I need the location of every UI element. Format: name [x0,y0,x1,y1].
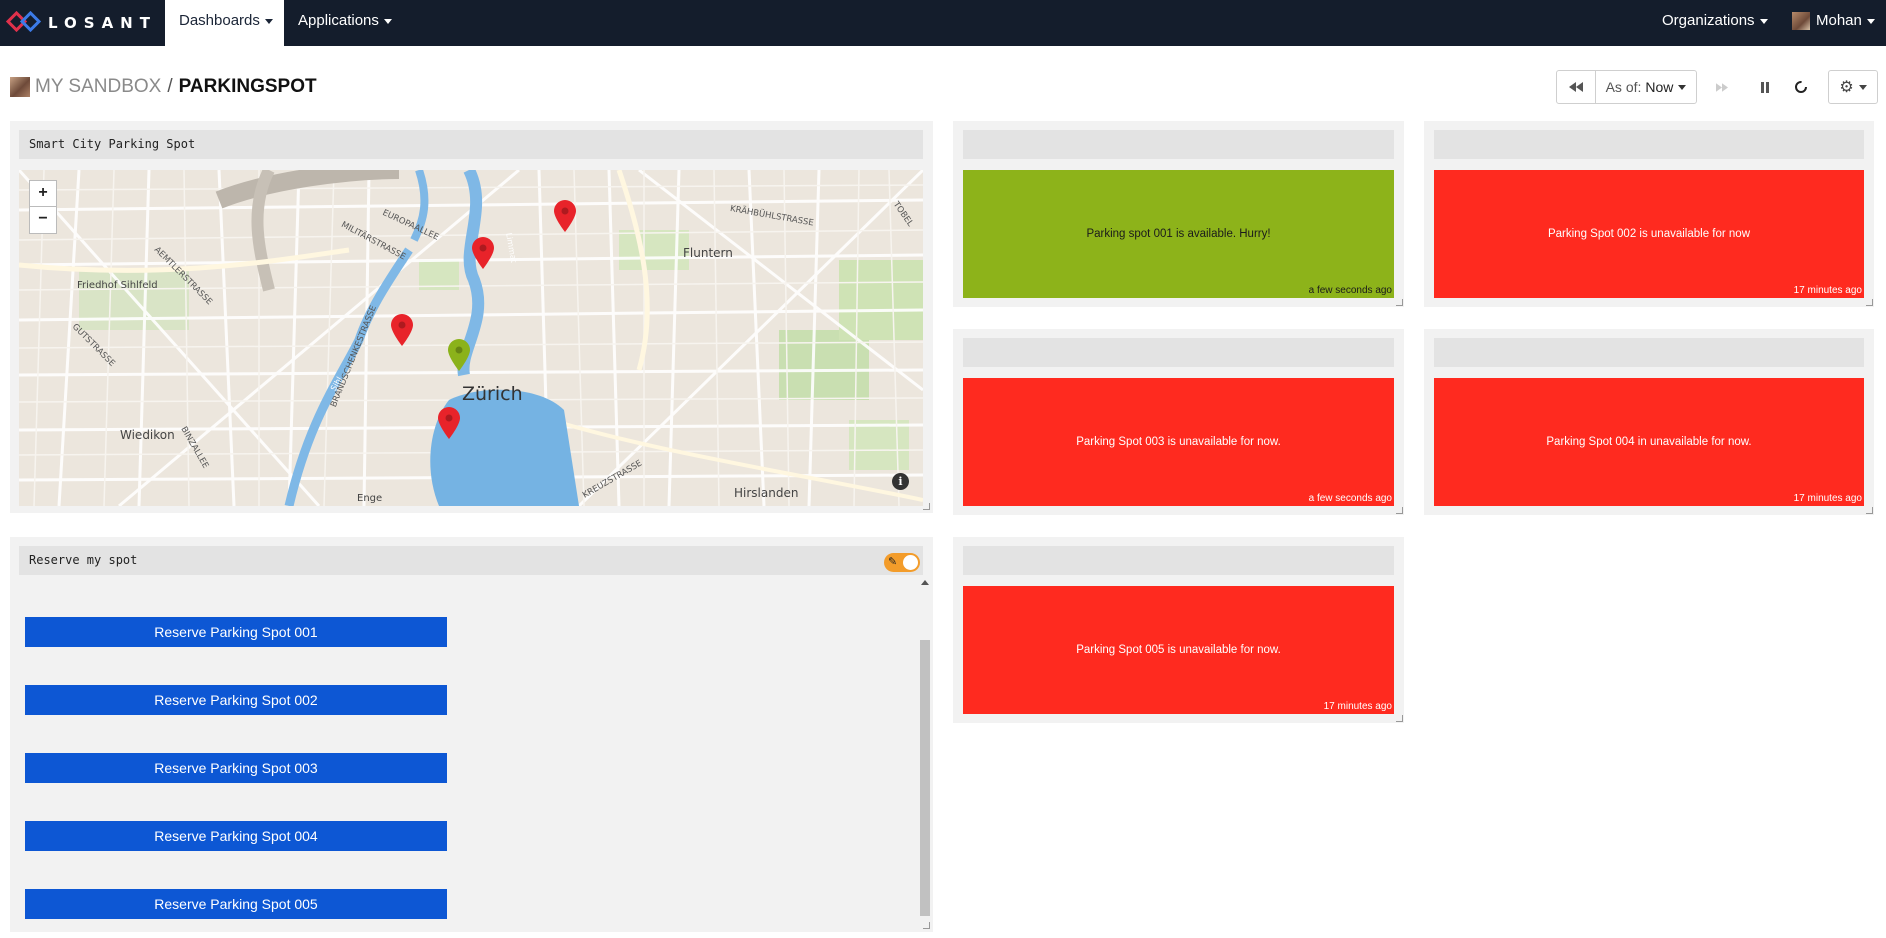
status-block-header [963,546,1394,575]
zoom-in-button[interactable]: + [29,180,57,208]
reserve-spot-004-button[interactable]: Reserve Parking Spot 004 [25,821,447,851]
resize-handle-icon[interactable] [1396,715,1403,722]
caret-down-icon [1866,18,1875,24]
rewind-button[interactable] [1556,70,1596,104]
status-block-header [1434,130,1864,159]
nav-applications-label: Applications [298,12,379,29]
scrollbar-thumb[interactable] [920,640,930,916]
map-label-hirslanden: Hirslanden [734,486,799,500]
map-label-wiedikon: Wiedikon [120,428,175,442]
scroll-up-arrow-icon[interactable] [921,580,929,585]
map-canvas[interactable]: Zürich Fluntern Wiedikon Hirslanden Frie… [19,170,923,506]
nav-dashboards-label: Dashboards [179,12,260,29]
nav-applications-menu[interactable]: Applications [298,0,408,46]
nav-dashboards-menu[interactable]: Dashboards [165,0,284,46]
status-block-spot-001: Parking spot 001 is available. Hurry! a … [953,121,1404,307]
status-block-header [1434,338,1864,367]
resize-handle-icon[interactable] [1396,507,1403,514]
loading-spinner-icon [1795,81,1807,93]
as-of-time-dropdown[interactable]: As of: Now [1595,70,1697,104]
map-pin-unavailable-icon[interactable] [390,313,414,347]
status-timestamp: a few seconds ago [1308,285,1392,296]
dashboard-settings-dropdown[interactable]: ⚙ [1828,70,1878,104]
status-indicator: Parking Spot 002 is unavailable for now … [1434,170,1864,298]
brand-name: LOSANT [48,14,157,32]
nav-user-menu[interactable]: Mohan [1792,0,1886,46]
status-block-header [963,130,1394,159]
status-message: Parking Spot 005 is unavailable for now. [1076,644,1281,656]
toggle-knob [903,555,918,570]
map-info-icon[interactable]: i [892,473,909,490]
map-pin-unavailable-icon[interactable] [471,236,495,270]
reserve-block [10,537,933,932]
status-block-header [963,338,1394,367]
pause-icon [1761,81,1769,93]
map-label-zurich: Zürich [462,383,523,405]
pause-button[interactable] [1750,70,1780,104]
map-pin-unavailable-icon[interactable] [553,199,577,233]
status-message: Parking Spot 002 is unavailable for now [1547,228,1750,240]
nav-organizations-label: Organizations [1662,12,1755,29]
status-indicator: Parking Spot 005 is unavailable for now.… [963,586,1394,714]
fast-forward-button[interactable] [1705,70,1739,104]
fast-forward-icon [1716,82,1728,92]
logo-mark-icon [5,10,44,36]
map-block-title: Smart City Parking Spot [19,130,923,159]
caret-down-icon [1678,84,1687,90]
status-message: Parking spot 001 is available. Hurry! [1086,228,1271,240]
status-block-spot-004: Parking Spot 004 in unavailable for now.… [1424,329,1874,515]
as-of-value: Now [1645,79,1674,95]
status-block-spot-005: Parking Spot 005 is unavailable for now.… [953,537,1404,723]
resize-handle-icon[interactable] [1866,507,1873,514]
status-indicator: Parking Spot 004 in unavailable for now.… [1434,378,1864,506]
breadcrumb-separator: / [167,76,173,97]
nav-organizations-menu[interactable]: Organizations [1662,0,1772,46]
status-timestamp: 17 minutes ago [1793,285,1862,296]
map-pin-unavailable-icon[interactable] [437,406,461,440]
refresh-button[interactable] [1786,70,1816,104]
sandbox-avatar [10,77,30,97]
resize-handle-icon[interactable] [923,503,930,510]
status-timestamp: a few seconds ago [1308,493,1392,504]
caret-down-icon [1759,18,1768,24]
zoom-out-button[interactable]: − [29,206,57,234]
map-label-fluntern: Fluntern [683,246,733,260]
status-message: Parking Spot 004 in unavailable for now. [1546,436,1752,448]
status-message: Parking Spot 003 is unavailable for now. [1076,436,1281,448]
reserve-spot-003-button[interactable]: Reserve Parking Spot 003 [25,753,447,783]
status-block-spot-003: Parking Spot 003 is unavailable for now.… [953,329,1404,515]
breadcrumb-sandbox-link[interactable]: MY SANDBOX [35,76,161,98]
reserve-spot-001-button[interactable]: Reserve Parking Spot 001 [25,617,447,647]
caret-down-icon [1858,84,1867,90]
caret-down-icon [383,18,392,24]
pencil-icon: ✎ [888,555,898,568]
map-label-enge: Enge [357,493,383,504]
status-timestamp: 17 minutes ago [1793,493,1862,504]
status-timestamp: 17 minutes ago [1323,701,1392,712]
rewind-icon [1569,82,1583,92]
page-title: PARKINGSPOT [178,76,317,97]
resize-handle-icon[interactable] [1866,299,1873,306]
losant-logo[interactable]: LOSANT [5,10,157,36]
top-navbar: LOSANT Dashboards Applications Organizat… [0,0,1886,46]
gear-icon: ⚙ [1839,79,1854,96]
status-indicator: Parking Spot 003 is unavailable for now.… [963,378,1394,506]
map-pin-available-icon[interactable] [447,338,471,372]
as-of-label: As of: [1605,79,1642,95]
user-avatar [1792,12,1810,31]
status-indicator: Parking spot 001 is available. Hurry! a … [963,170,1394,298]
map-label-friedhof: Friedhof Sihlfeld [77,280,158,291]
nav-user-label: Mohan [1816,12,1862,29]
resize-handle-icon[interactable] [1396,299,1403,306]
caret-down-icon [264,18,273,24]
reserve-block-title: Reserve my spot [19,546,923,575]
reserve-scrollbar[interactable] [919,580,930,920]
reserve-spot-002-button[interactable]: Reserve Parking Spot 002 [25,685,447,715]
resize-handle-icon[interactable] [923,922,930,929]
edit-mode-toggle[interactable]: ✎ [884,553,920,572]
status-block-spot-002: Parking Spot 002 is unavailable for now … [1424,121,1874,307]
breadcrumb: MY SANDBOX / PARKINGSPOT [10,76,317,98]
reserve-spot-005-button[interactable]: Reserve Parking Spot 005 [25,889,447,919]
